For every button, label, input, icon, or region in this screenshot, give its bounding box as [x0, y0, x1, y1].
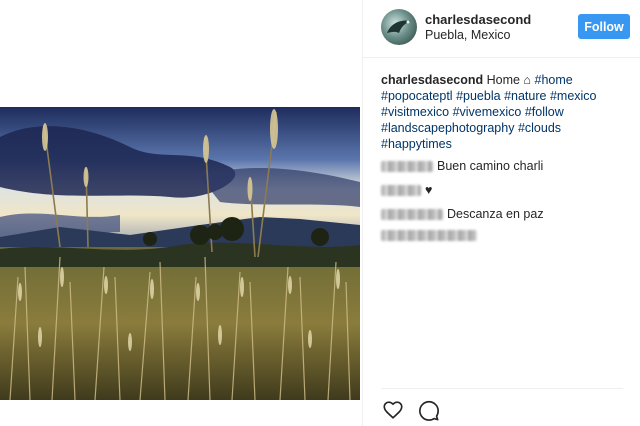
hashtag[interactable]: #nature	[504, 89, 546, 103]
hashtag[interactable]: #vivemexico	[453, 105, 522, 119]
hashtag[interactable]: #puebla	[456, 89, 501, 103]
landscape-image	[0, 107, 360, 400]
heart-icon	[383, 401, 403, 419]
post-username[interactable]: charlesdasecond	[425, 12, 531, 27]
like-button[interactable]	[381, 398, 405, 422]
follow-button[interactable]: Follow	[578, 14, 630, 39]
post-location[interactable]: Puebla, Mexico	[425, 28, 510, 42]
comment-text: Descanza en paz	[447, 207, 544, 221]
blurred-username	[381, 184, 421, 196]
comments-list: charlesdasecond Home ⌂ #home #popocatept…	[381, 72, 635, 249]
post-sidebar: charlesdasecond Puebla, Mexico Follow ch…	[362, 0, 640, 426]
avatar-bird-icon	[387, 20, 411, 33]
blurred-username	[381, 230, 477, 241]
hashtag[interactable]: #mexico	[550, 89, 597, 103]
hashtag[interactable]: #popocateptl	[381, 89, 453, 103]
post-actions	[381, 398, 441, 422]
comment-text: Buen camino charli	[437, 159, 544, 173]
hashtag[interactable]: #clouds	[518, 121, 561, 135]
home-icon: ⌂	[523, 73, 532, 87]
caption: charlesdasecond Home ⌂ #home #popocatept…	[381, 72, 635, 152]
blurred-username	[381, 160, 433, 172]
hashtag[interactable]: #happytimes	[381, 137, 452, 151]
post-photo[interactable]	[0, 107, 360, 400]
avatar[interactable]	[381, 9, 417, 45]
comment: ♥	[381, 182, 635, 198]
caption-text: Home	[486, 73, 520, 87]
media-pane	[0, 0, 362, 426]
comment-button[interactable]	[417, 398, 441, 422]
post-header: charlesdasecond Puebla, Mexico Follow	[363, 0, 640, 58]
caption-username[interactable]: charlesdasecond	[381, 73, 483, 87]
hashtag[interactable]: #home	[535, 73, 573, 87]
comment-bubble-icon	[419, 400, 439, 421]
hashtag[interactable]: #visitmexico	[381, 105, 449, 119]
hashtag[interactable]: #landscapephotography	[381, 121, 514, 135]
comment: Buen camino charli	[381, 158, 635, 174]
blurred-username	[381, 208, 443, 220]
comment-heart-text: ♥	[425, 183, 433, 197]
divider	[381, 388, 623, 389]
hashtag[interactable]: #follow	[525, 105, 564, 119]
comment	[381, 230, 635, 241]
comment: Descanza en paz	[381, 206, 635, 222]
